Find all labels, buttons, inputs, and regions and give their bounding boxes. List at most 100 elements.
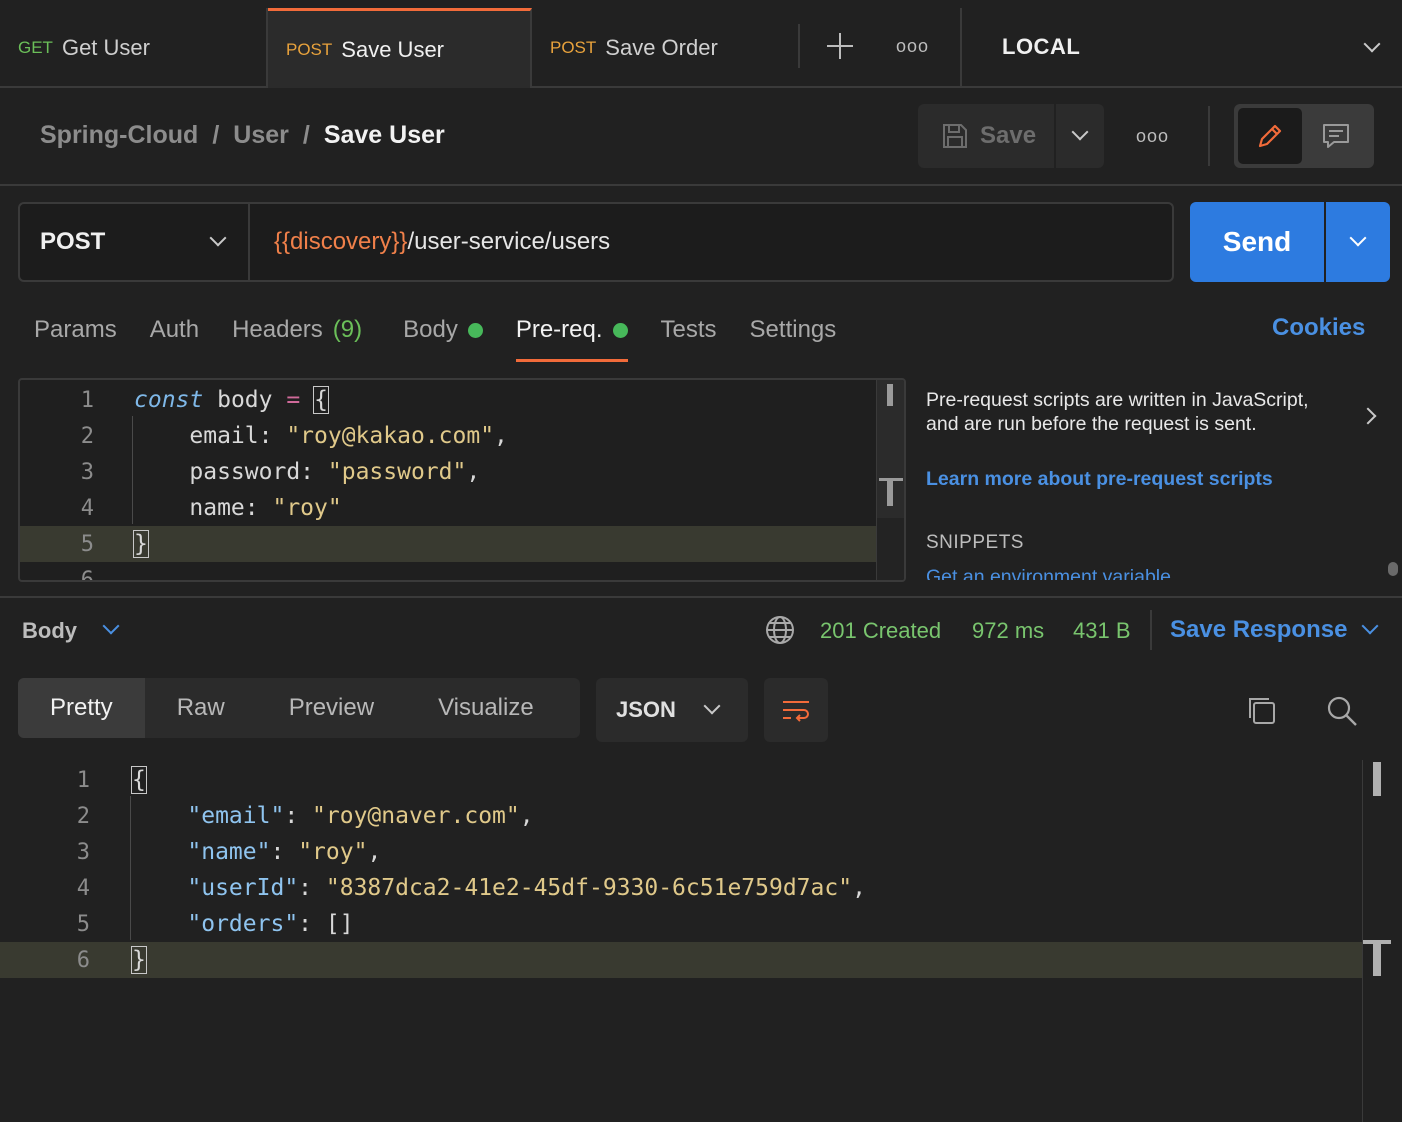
body-indicator-dot	[467, 322, 483, 338]
tab-pre-request[interactable]: Pre-req.	[515, 314, 628, 362]
json-key: "userId"	[187, 875, 299, 901]
globe-icon[interactable]	[764, 614, 796, 646]
send-button[interactable]: Send	[1190, 202, 1324, 282]
tab-headers[interactable]: Headers (9)	[232, 314, 362, 346]
scrollbar-thumb[interactable]	[887, 384, 893, 406]
request-name[interactable]: Save User	[324, 121, 445, 150]
code-key: email:	[134, 423, 287, 449]
save-response-button[interactable]: Save Response	[1170, 616, 1347, 644]
tab-label: Params	[34, 316, 117, 343]
breadcrumb-collection[interactable]: Spring-Cloud	[40, 121, 198, 150]
environment-divider	[960, 8, 962, 88]
url-input[interactable]: {{discovery}}/user-service/users	[274, 228, 610, 256]
code-line: 1 const body = {	[20, 382, 878, 418]
code-text: name: "roy"	[134, 495, 341, 521]
code-brace: {	[313, 386, 329, 414]
view-preview[interactable]: Preview	[257, 678, 406, 738]
code-line: 4 "userId": "8387dca2-41e2-45df-9330-6c5…	[0, 870, 1362, 906]
save-dropdown-button[interactable]	[1056, 104, 1104, 168]
tab-get-user[interactable]: GET Get User	[0, 8, 268, 88]
save-response-chevron-down-icon[interactable]	[1361, 617, 1379, 635]
line-number: 6	[80, 567, 94, 582]
search-icon[interactable]	[1325, 694, 1359, 728]
code-keyword: const	[134, 387, 204, 413]
editor-scrollbar[interactable]	[876, 380, 904, 580]
response-section-chevron-down-icon[interactable]	[102, 617, 120, 635]
url-variable: {{discovery}}	[274, 228, 408, 255]
tab-body[interactable]: Body	[403, 314, 483, 346]
tab-tests[interactable]: Tests	[661, 314, 717, 346]
copy-icon[interactable]	[1245, 694, 1279, 728]
response-scrollbar[interactable]	[1362, 760, 1402, 1122]
response-body-viewer[interactable]: 1 { 2 "email": "roy@naver.com", 3 "name"…	[0, 760, 1402, 1122]
prereq-description: Pre-request scripts are written in JavaS…	[926, 389, 1309, 435]
line-number: 6	[76, 947, 90, 973]
format-select[interactable]: JSON	[596, 678, 748, 742]
tab-params[interactable]: Params	[34, 314, 117, 346]
breadcrumb-folder[interactable]: User	[233, 121, 289, 150]
tab-label: Pre-req.	[515, 316, 603, 343]
tab-auth[interactable]: Auth	[150, 314, 199, 346]
code-string: "password"	[327, 459, 467, 485]
json-open-brace: {	[131, 766, 147, 794]
scrollbar-thumb[interactable]	[1373, 762, 1381, 796]
view-raw[interactable]: Raw	[145, 678, 257, 738]
collapse-panel-chevron-right-icon[interactable]	[1359, 407, 1377, 425]
tab-settings[interactable]: Settings	[750, 314, 837, 346]
environment-chevron-down-icon[interactable]	[1363, 35, 1381, 53]
line-number: 1	[76, 767, 90, 793]
prereq-indicator-dot	[612, 322, 628, 338]
code-line: 2 email: "roy@kakao.com",	[20, 418, 878, 454]
view-pretty[interactable]: Pretty	[18, 678, 145, 738]
snippet-link[interactable]: Get an environment variable	[926, 568, 1171, 580]
response-size[interactable]: 431 B	[1073, 618, 1131, 644]
response-section-selector[interactable]: Body	[22, 618, 77, 644]
json-key: "email"	[187, 803, 285, 829]
tab-label: Headers	[232, 316, 323, 343]
line-number: 3	[76, 839, 90, 865]
wrap-lines-button[interactable]	[764, 678, 828, 742]
view-visualize[interactable]: Visualize	[406, 678, 566, 738]
code-identifier: body	[203, 387, 287, 413]
code-text: password: "password",	[134, 459, 480, 485]
scrollbar-marker	[1373, 942, 1381, 976]
status-code[interactable]: 201 Created	[820, 618, 941, 644]
comments-mode-button[interactable]	[1304, 108, 1368, 164]
comment-icon	[1323, 124, 1349, 148]
response-time[interactable]: 972 ms	[972, 618, 1044, 644]
code-line: 4 name: "roy"	[20, 490, 878, 526]
method-select[interactable]: POST	[20, 204, 250, 280]
code-line: 3 password: "password",	[20, 454, 878, 490]
code-line-active: 5 }	[20, 526, 878, 562]
save-button[interactable]: Save	[918, 104, 1054, 168]
code-line: 1 {	[0, 762, 1362, 798]
cookies-link[interactable]: Cookies	[1272, 314, 1365, 342]
json-value: "8387dca2-41e2-45df-9330-6c51e759d7ac"	[325, 875, 853, 901]
json-value: "roy"	[298, 839, 368, 865]
tab-label: Body	[403, 316, 458, 343]
wrap-lines-icon	[783, 701, 809, 722]
tab-more-icon[interactable]: ooo	[896, 36, 929, 57]
edit-mode-button[interactable]	[1238, 108, 1302, 164]
code-text: }	[131, 946, 147, 974]
request-tab-bar: GET Get User POST Save User POST Save Or…	[0, 0, 1402, 88]
request-more-icon[interactable]: ooo	[1136, 126, 1169, 147]
environment-selector[interactable]: LOCAL	[1002, 34, 1080, 60]
prereq-script-editor[interactable]: 1 const body = { 2 email: "roy@kakao.com…	[18, 378, 906, 582]
request-config-tabs: Params Auth Headers (9) Body Pre-req. Tes…	[34, 314, 837, 362]
headers-count: (9)	[332, 316, 363, 343]
breadcrumb-separator: /	[302, 121, 310, 149]
pane-divider[interactable]	[0, 596, 1402, 598]
line-number: 2	[76, 803, 90, 829]
new-tab-plus-icon[interactable]	[824, 30, 856, 62]
code-punct: ,	[466, 459, 481, 485]
send-dropdown-button[interactable]	[1326, 202, 1390, 282]
tab-save-user[interactable]: POST Save User	[268, 8, 532, 88]
panel-scrollbar-thumb[interactable]	[1388, 562, 1398, 576]
json-close-brace: }	[131, 946, 147, 974]
code-operator: =	[286, 387, 301, 413]
learn-more-link[interactable]: Learn more about pre-request scripts	[926, 468, 1273, 491]
tab-save-order[interactable]: POST Save Order	[532, 8, 800, 88]
tab-method: POST	[286, 39, 333, 59]
